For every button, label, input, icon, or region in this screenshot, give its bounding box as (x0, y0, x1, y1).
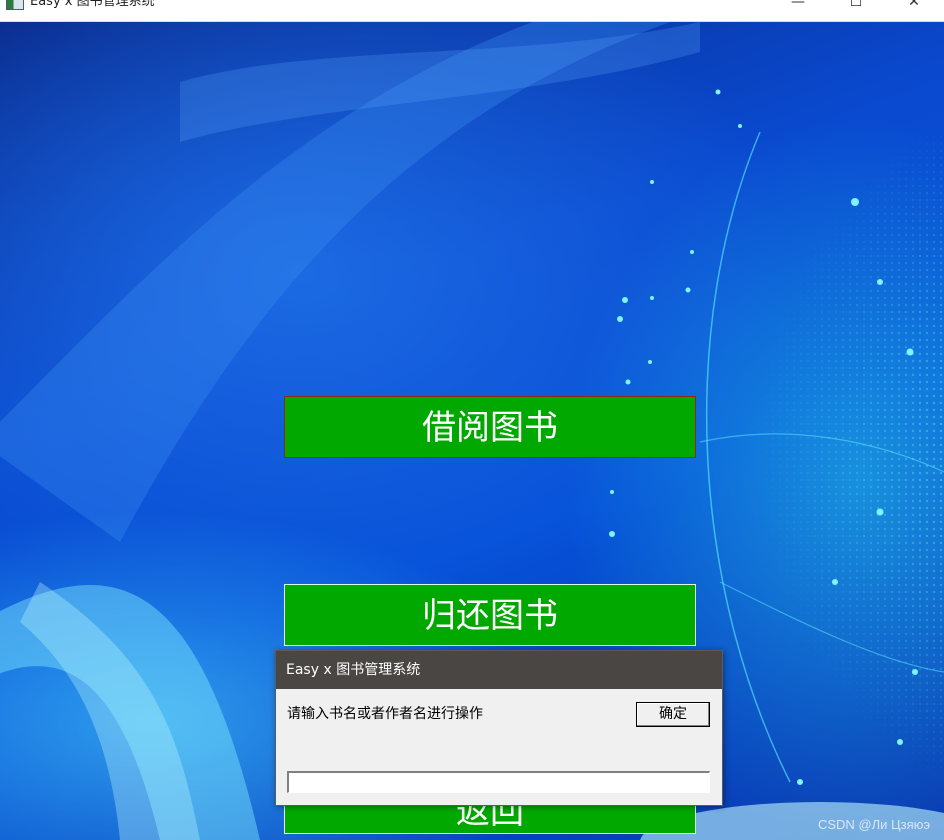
watermark: CSDN @Ли Цзяюэ (817, 817, 930, 832)
window-title-bar[interactable]: Easy x 图书管理系统 — ☐ ✕ (0, 0, 944, 22)
dialog-prompt: 请输入书名或者作者名进行操作 (287, 706, 483, 722)
ok-button[interactable]: 确定 (636, 702, 710, 727)
close-icon[interactable]: ✕ (904, 0, 924, 10)
return-book-button[interactable]: 归还图书 (284, 584, 696, 646)
minimize-icon[interactable]: — (788, 0, 808, 10)
app-window: Easy x 图书管理系统 — ☐ ✕ 借阅图书 归还图书 返回 Easy x … (0, 0, 944, 840)
dialog-title[interactable]: Easy x 图书管理系统 (276, 651, 722, 689)
search-input[interactable] (287, 771, 710, 793)
borrow-book-button[interactable]: 借阅图书 (284, 396, 696, 458)
window-title: Easy x 图书管理系统 (30, 0, 155, 9)
app-icon (6, 0, 24, 10)
maximize-icon[interactable]: ☐ (846, 0, 866, 10)
input-dialog: Easy x 图书管理系统 请输入书名或者作者名进行操作 确定 (275, 650, 723, 806)
